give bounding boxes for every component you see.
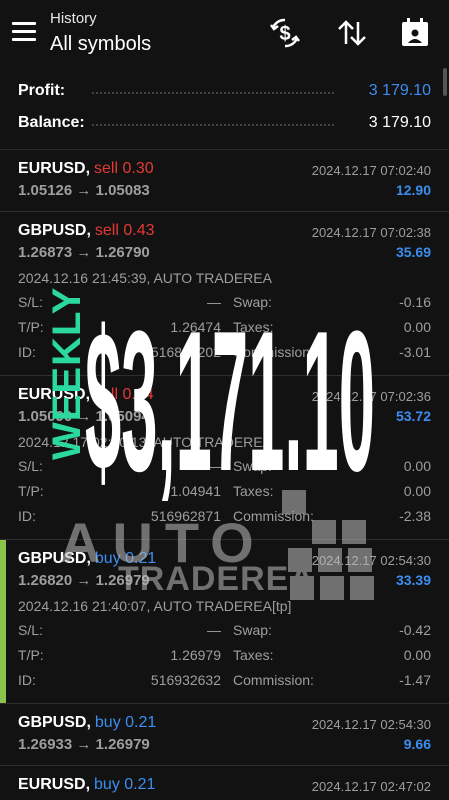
- trade-symbol: GBPUSD,: [18, 550, 91, 567]
- sl-label: S/L:: [18, 294, 43, 310]
- commission-label: Commission:: [233, 672, 314, 688]
- trade-symbol: GBPUSD,: [18, 714, 91, 731]
- trade-row[interactable]: EURUSD,buy 0.212024.12.17 02:47:021.0507…: [0, 766, 449, 800]
- tp-value: 1.04941: [170, 483, 221, 499]
- taxes-label: Taxes:: [233, 483, 274, 499]
- id-label: ID:: [18, 672, 36, 688]
- sort-icon[interactable]: [335, 16, 369, 50]
- trade-direction: buy 0.21: [94, 550, 157, 567]
- scrollbar[interactable]: [443, 68, 447, 96]
- commission-label: Commission:: [233, 508, 314, 524]
- swap-value: -0.42: [399, 622, 431, 638]
- swap-label: Swap:: [233, 622, 272, 638]
- trade-profit: 53.72: [395, 408, 431, 424]
- trade-close-time: 2024.12.17 02:47:02: [311, 779, 431, 794]
- swap-label: Swap:: [233, 458, 272, 474]
- svg-text:$: $: [279, 23, 290, 45]
- trade-prices: 1.26933 → 1.26979: [18, 736, 150, 753]
- calendar-icon[interactable]: [398, 16, 432, 50]
- trade-row[interactable]: EURUSD, sell 0.34 2024.12.17 07:02:36 1.050…: [0, 376, 449, 540]
- symbol-filter[interactable]: All symbols: [50, 33, 151, 56]
- trade-profit: 12.90: [395, 182, 431, 198]
- app-header: History All symbols $: [0, 0, 449, 68]
- trade-close-time: 2024.12.17 07:02:38: [311, 225, 431, 240]
- commission-value: -2.38: [399, 508, 431, 524]
- dotted-leader: [92, 92, 334, 94]
- id-value: 516886202: [150, 344, 221, 360]
- trade-profit: 35.69: [395, 244, 431, 260]
- currency-exchange-icon[interactable]: $: [268, 16, 302, 50]
- tp-value: 1.26979: [170, 647, 221, 663]
- trade-symbol: EURUSD,: [18, 776, 91, 793]
- trade-direction: sell 0.43: [94, 222, 155, 239]
- balance-label: Balance:: [18, 114, 85, 131]
- trade-symbol: EURUSD,: [18, 160, 91, 177]
- tp-label: T/P:: [18, 319, 44, 335]
- profit-value: 3 179.10: [368, 82, 431, 99]
- trade-row[interactable]: GBPUSD, buy 0.21 2024.12.17 02:54:30 1.2693…: [0, 704, 449, 766]
- commission-label: Commission:: [233, 344, 314, 360]
- trade-close-time: 2024.12.17 07:02:40: [311, 163, 431, 178]
- trade-open-info: 2024.12.16 21:40:07, AUTO TRADEREA[tp]: [18, 598, 292, 614]
- commission-value: -3.01: [399, 344, 431, 360]
- trade-symbol: EURUSD,: [18, 386, 91, 403]
- trade-close-time: 2024.12.17 07:02:36: [311, 389, 431, 404]
- menu-icon[interactable]: [12, 22, 36, 41]
- id-label: ID:: [18, 508, 36, 524]
- header-title: History: [50, 10, 97, 27]
- sl-value: —: [207, 622, 221, 638]
- sl-value: —: [207, 458, 221, 474]
- sl-label: S/L:: [18, 458, 43, 474]
- swap-value: 0.00: [403, 458, 431, 474]
- profit-label: Profit:: [18, 82, 66, 99]
- trade-symbol: GBPUSD,: [18, 222, 91, 239]
- trade-prices: 1.05090 → 1.05094: [18, 408, 150, 425]
- taxes-value: 0.00: [403, 647, 431, 663]
- tp-label: T/P:: [18, 483, 44, 499]
- profit-row: Profit: 3 179.10: [0, 76, 449, 108]
- balance-row: Balance: 3 179.10: [0, 108, 449, 140]
- sl-label: S/L:: [18, 622, 43, 638]
- trade-close-time: 2024.12.17 02:54:30: [311, 717, 431, 732]
- trade-direction: sell 0.34: [94, 386, 154, 403]
- trade-close-time: 2024.12.17 02:54:30: [311, 553, 431, 568]
- selected-indicator: [0, 540, 6, 703]
- trade-open-info: 2024.12.16 21:45:39, AUTO TRADEREA: [18, 270, 272, 286]
- trade-row[interactable]: EURUSD, sell 0.30 2024.12.17 07:02:40 1.051…: [0, 150, 449, 212]
- swap-value: -0.16: [399, 294, 431, 310]
- trade-row[interactable]: GBPUSD, sell 0.43 2024.12.17 07:02:38 1.268…: [0, 212, 449, 376]
- id-label: ID:: [18, 344, 36, 360]
- trade-history-list: EURUSD, sell 0.30 2024.12.17 07:02:40 1.051…: [0, 150, 449, 800]
- swap-label: Swap:: [233, 294, 272, 310]
- trade-prices: 1.26820 → 1.26979: [18, 572, 150, 589]
- tp-label: T/P:: [18, 647, 44, 663]
- dotted-leader: [92, 124, 334, 126]
- trade-open-info: 2024.12.17 02:50:13, AUTO TRADEREA: [18, 434, 272, 450]
- tp-value: 1.26474: [170, 319, 221, 335]
- trade-prices: 1.05126 → 1.05083: [18, 182, 150, 199]
- id-value: 516962871: [150, 508, 221, 524]
- trade-row[interactable]: GBPUSD, buy 0.21 2024.12.17 02:54:30 1.2682…: [0, 540, 449, 704]
- trade-direction: sell 0.30: [94, 160, 154, 177]
- trade-direction: buy 0.21: [94, 714, 157, 731]
- account-summary: Profit: 3 179.10 Balance: 3 179.10: [0, 68, 449, 150]
- trade-profit: 33.39: [395, 572, 431, 588]
- id-value: 516932632: [150, 672, 221, 688]
- taxes-value: 0.00: [403, 319, 431, 335]
- taxes-label: Taxes:: [233, 319, 274, 335]
- sl-value: —: [207, 294, 221, 310]
- commission-value: -1.47: [399, 672, 431, 688]
- taxes-label: Taxes:: [233, 647, 274, 663]
- taxes-value: 0.00: [403, 483, 431, 499]
- trade-direction: buy 0.21: [94, 776, 156, 793]
- trade-profit: 9.66: [403, 736, 431, 752]
- balance-value: 3 179.10: [368, 114, 431, 131]
- trade-prices: 1.26873 → 1.26790: [18, 244, 150, 261]
